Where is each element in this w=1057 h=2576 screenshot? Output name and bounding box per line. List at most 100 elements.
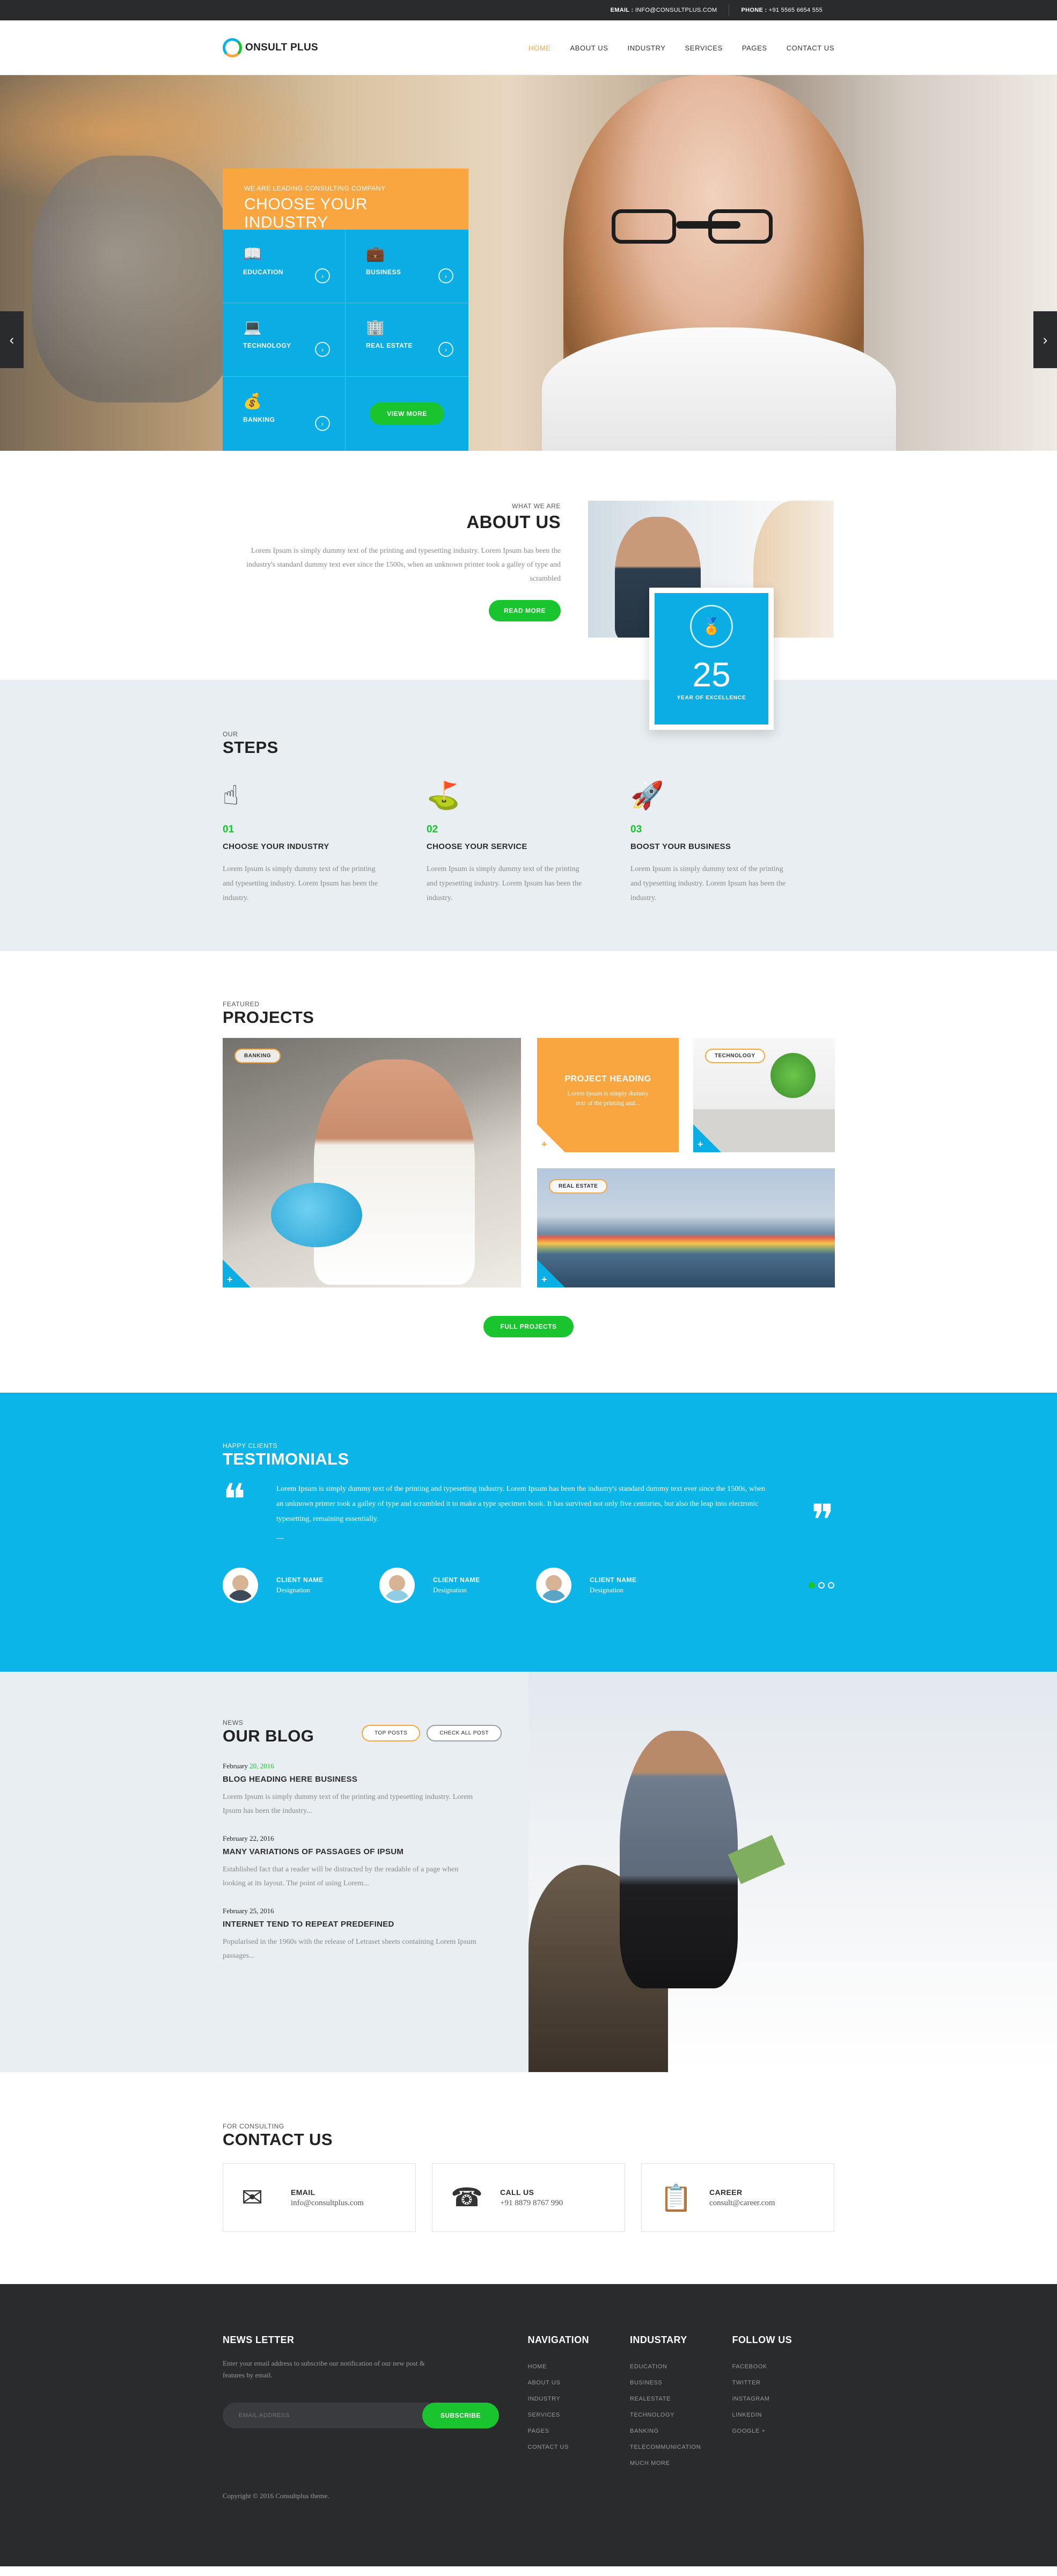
nav-industry[interactable]: INDUSTRY (628, 44, 666, 52)
years-number: 25 (692, 655, 731, 694)
project-tag[interactable]: REAL ESTATE (549, 1179, 608, 1194)
project-tag[interactable]: BANKING (234, 1049, 281, 1063)
subscribe-button[interactable]: SUBSCRIBE (422, 2403, 499, 2428)
chevron-right-icon[interactable]: › (315, 268, 330, 283)
footer-social-link[interactable]: LINKEDIN (732, 2407, 834, 2423)
post-title[interactable]: INTERNET TEND TO REPEAT PREDEFINED (223, 1920, 502, 1929)
newsletter-text: Enter your email address to subscribe ou… (223, 2359, 425, 2379)
nav-home[interactable]: HOME (528, 44, 550, 52)
footer-nav-link[interactable]: PAGES (528, 2423, 630, 2439)
industry-education[interactable]: 📖 EDUCATION › (223, 230, 346, 303)
chevron-right-icon[interactable]: › (315, 415, 330, 431)
industry-technology[interactable]: 💻 TECHNOLOGY › (223, 303, 346, 377)
read-more-button[interactable]: READ MORE (489, 600, 561, 621)
footer-industry-link[interactable]: EDUCATION (630, 2359, 732, 2375)
chevron-right-icon[interactable]: › (438, 342, 453, 357)
footer-industry-link[interactable]: REALESTATE (630, 2391, 732, 2407)
blog-post[interactable]: February 22, 2016 MANY VARIATIONS OF PAS… (223, 1834, 502, 1891)
plus-icon[interactable]: + (541, 1274, 547, 1285)
footer-nav-link[interactable]: HOME (528, 2359, 630, 2375)
blog-post[interactable]: February 20, 2016 BLOG HEADING HERE BUSI… (223, 1762, 502, 1818)
full-projects-button[interactable]: FULL PROJECTS (483, 1316, 574, 1337)
post-title[interactable]: BLOG HEADING HERE BUSINESS (223, 1775, 502, 1784)
phone-value[interactable]: +91 5565 6654 555 (769, 7, 823, 13)
industry-panel: WE ARE LEADING CONSULTING COMPANY CHOOSE… (223, 169, 468, 451)
client-item[interactable]: CLIENT NAME Designation (223, 1568, 379, 1603)
hero-title: CHOOSE YOUR INDUSTRY (244, 195, 368, 231)
industry-real-estate[interactable]: 🏢 REAL ESTATE › (346, 303, 468, 377)
projects-cta: FULL PROJECTS (223, 1316, 834, 1337)
contact-card-value[interactable]: info@consultplus.com (291, 2199, 364, 2208)
quote-dash: — (276, 1534, 284, 1542)
footer-industry-link[interactable]: TELECOMMUNICATION (630, 2439, 732, 2455)
footer-nav-link[interactable]: ABOUT US (528, 2375, 630, 2391)
email-value[interactable]: INFO@CONSULTPLUS.COM (635, 7, 717, 13)
top-posts-button[interactable]: TOP POSTS (361, 1725, 421, 1741)
footer-nav-link[interactable]: SERVICES (528, 2407, 630, 2423)
contact-card-title: CALL US (500, 2187, 534, 2197)
project-card-heading[interactable]: PROJECT HEADING Lorem Ipsum is simply du… (537, 1038, 679, 1152)
hero-laptop-shape (32, 156, 236, 402)
post-title[interactable]: MANY VARIATIONS OF PASSAGES OF IPSUM (223, 1847, 502, 1856)
flag-hill-icon: ⛳ (427, 780, 460, 810)
chevron-right-icon[interactable]: › (315, 342, 330, 357)
step-item: ⛳ 02 CHOOSE YOUR SERVICE Lorem Ipsum is … (427, 777, 630, 905)
check-all-post-button[interactable]: CHECK ALL POST (427, 1725, 502, 1741)
logo-text: ONSULT PLUS (245, 42, 318, 53)
site-logo[interactable]: ONSULT PLUS (223, 38, 318, 57)
footer-social-link[interactable]: TWITTER (732, 2375, 834, 2391)
industry-banking[interactable]: 💰 BANKING › (223, 377, 346, 451)
plus-icon[interactable]: + (541, 1139, 547, 1150)
contact-card-value[interactable]: +91 8879 8767 990 (500, 2199, 563, 2208)
project-card-technology[interactable]: TECHNOLOGY + (693, 1038, 835, 1152)
footer-industry-link[interactable]: BANKING (630, 2423, 732, 2439)
view-more-button[interactable]: VIEW MORE (370, 402, 444, 426)
footer-social-link[interactable]: FACEBOOK (732, 2359, 834, 2375)
step-title: CHOOSE YOUR INDUSTRY (223, 842, 329, 851)
contact-card-email[interactable]: ✉ EMAIL info@consultplus.com (223, 2163, 416, 2232)
project-card-real-estate[interactable]: REAL ESTATE + (537, 1168, 835, 1287)
site-header: ONSULT PLUS HOME ABOUT US INDUSTRY SERVI… (0, 20, 1057, 75)
nav-pages[interactable]: PAGES (742, 44, 767, 52)
projects-heading: FEATURED PROJECTS (223, 1000, 834, 1027)
main-nav: HOME ABOUT US INDUSTRY SERVICES PAGES CO… (528, 44, 834, 52)
nav-services[interactable]: SERVICES (685, 44, 723, 52)
client-name: CLIENT NAME (590, 1576, 637, 1584)
money-bag-icon: 💰 (243, 392, 262, 409)
phone-icon: ☎ (451, 2184, 483, 2212)
nav-about-us[interactable]: ABOUT US (570, 44, 608, 52)
step-number: 02 (427, 824, 438, 835)
plus-icon[interactable]: + (698, 1139, 703, 1150)
briefcase-icon: 💼 (366, 245, 385, 262)
pager-dot[interactable] (828, 1582, 834, 1589)
footer-social-link[interactable]: GOOGLE + (732, 2423, 834, 2439)
chevron-right-icon[interactable]: › (438, 268, 453, 283)
client-item[interactable]: CLIENT NAME Designation (536, 1568, 693, 1603)
plus-icon[interactable]: + (227, 1274, 233, 1285)
footer-nav-link[interactable]: CONTACT US (528, 2439, 630, 2455)
client-item[interactable]: CLIENT NAME Designation (379, 1568, 536, 1603)
footer-nav-link[interactable]: INDUSTRY (528, 2391, 630, 2407)
footer-industry-link[interactable]: TECHNOLOGY (630, 2407, 732, 2423)
blog-post[interactable]: February 25, 2016 INTERNET TEND TO REPEA… (223, 1907, 502, 1963)
contact-card-value[interactable]: consult@career.com (709, 2199, 775, 2208)
project-tag[interactable]: TECHNOLOGY (705, 1049, 765, 1063)
step-text: Lorem Ipsum is simply dummy text of the … (223, 865, 378, 902)
nav-contact-us[interactable]: CONTACT US (787, 44, 834, 52)
footer-industry-link[interactable]: MUCH MORE (630, 2455, 732, 2471)
topbar-email[interactable]: EMAIL : INFO@CONSULTPLUS.COM (599, 7, 729, 13)
pager-dot[interactable] (809, 1582, 815, 1589)
contact-card-call[interactable]: ☎ CALL US +91 8879 8767 990 (432, 2163, 625, 2232)
contact-card-career[interactable]: 📋 CAREER consult@career.com (641, 2163, 834, 2232)
industry-panel-header: WE ARE LEADING CONSULTING COMPANY CHOOSE… (223, 169, 468, 231)
footer-social-link[interactable]: INSTAGRAM (732, 2391, 834, 2407)
hero-slider: ‹ › WE ARE LEADING CONSULTING COMPANY CH… (0, 75, 1057, 451)
newsletter-email-input[interactable] (223, 2403, 435, 2428)
pager-dot[interactable] (818, 1582, 825, 1589)
project-card-banking[interactable]: BANKING + (223, 1038, 521, 1287)
slider-prev-button[interactable]: ‹ (0, 311, 24, 368)
industry-business[interactable]: 💼 BUSINESS › (346, 230, 468, 303)
topbar-phone[interactable]: PHONE : +91 5565 6654 555 (729, 7, 834, 13)
footer-industry-link[interactable]: BUSINESS (630, 2375, 732, 2391)
slider-next-button[interactable]: › (1033, 311, 1057, 368)
